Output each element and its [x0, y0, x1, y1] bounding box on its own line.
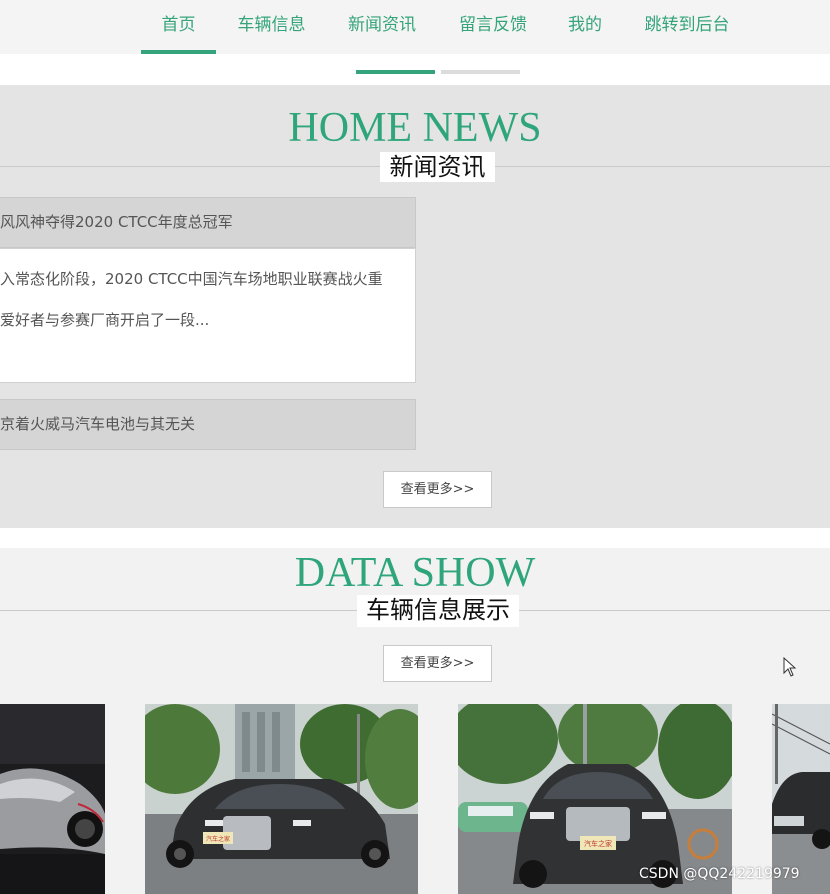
news-excerpt-line: 爱好者与参赛厂商开启了一段... — [0, 311, 210, 329]
carousel-indicators — [0, 54, 830, 86]
carousel-indicator-active[interactable] — [356, 70, 435, 74]
mouse-pointer-icon — [783, 657, 797, 677]
bmw-sedan-image: 汽车之家 — [145, 704, 418, 894]
news-item[interactable]: 京着火威马汽车电池与其无关 — [0, 399, 416, 450]
nav-item-admin[interactable]: 跳转到后台 — [636, 0, 738, 54]
car-card[interactable]: 汽车之家 — [145, 704, 418, 894]
data-title-cn: 车辆信息展示 — [357, 595, 519, 627]
data-more-button[interactable]: 查看更多>> — [383, 645, 492, 682]
watermark: CSDN @QQ242219979 — [639, 866, 800, 882]
news-more-button[interactable]: 查看更多>> — [383, 471, 492, 508]
nav-item-news[interactable]: 新闻资讯 — [340, 0, 424, 54]
svg-text:汽车之家: 汽车之家 — [584, 839, 612, 848]
top-nav: 首页 车辆信息 新闻资讯 留言反馈 我的 跳转到后台 — [0, 0, 830, 54]
svg-text:汽车之家: 汽车之家 — [206, 835, 230, 843]
news-item[interactable]: 风风神夺得2020 CTCC年度总冠军 — [0, 197, 416, 248]
section-gap — [0, 528, 830, 548]
news-item-title: 风风神夺得2020 CTCC年度总冠军 — [0, 213, 233, 231]
nav-item-vehicle-info[interactable]: 车辆信息 — [230, 0, 313, 54]
nav-item-mine[interactable]: 我的 — [562, 0, 608, 54]
nav-item-feedback[interactable]: 留言反馈 — [451, 0, 535, 54]
news-item-title: 京着火威马汽车电池与其无关 — [0, 415, 196, 433]
news-title-cn: 新闻资讯 — [380, 152, 495, 182]
data-title-en: DATA SHOW — [294, 550, 536, 596]
news-title-en: HOME NEWS — [288, 105, 542, 151]
news-excerpt-line: 入常态化阶段，2020 CTCC中国汽车场地职业联赛战火重 — [0, 270, 383, 288]
nav-item-home[interactable]: 首页 — [141, 0, 216, 54]
concept-car-image — [0, 704, 105, 894]
carousel-indicator[interactable] — [441, 70, 520, 74]
car-card[interactable] — [0, 704, 105, 894]
